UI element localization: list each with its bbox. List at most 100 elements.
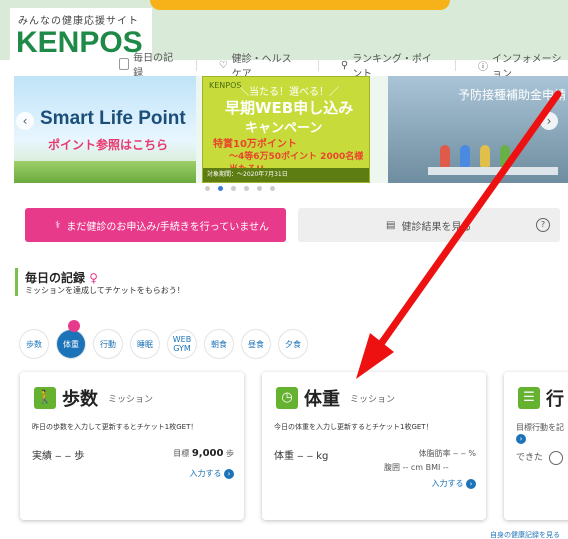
header-decoration — [150, 0, 450, 10]
page: みんなの健康応援サイト KENPOS 毎日の記録 ♡ 健診・ヘルスケア ⚲ ラン… — [0, 0, 568, 539]
nav-divider — [455, 59, 456, 71]
tab-sleep[interactable]: 睡眠 — [131, 330, 159, 358]
tab-lunch[interactable]: 昼食 — [242, 330, 270, 358]
daily-record-title-text: 毎日の記録 — [25, 271, 86, 285]
section-accent-bar — [15, 268, 18, 296]
info-icon: ⓘ — [477, 61, 488, 73]
banner-vaccination-subsidy[interactable]: 予防接種補助金申請 — [388, 76, 568, 183]
input-link-label: 入力する — [431, 479, 464, 488]
banner-brand: KENPOS — [209, 81, 242, 90]
waist-bmi-value: 腹囲 -- cm BMI -- — [384, 463, 449, 472]
banner-period: 対象期間：～2020年7月31日 — [203, 168, 369, 182]
tab-breakfast[interactable]: 朝食 — [205, 330, 233, 358]
card-mission-label: ミッション — [350, 394, 396, 405]
banner-grass — [14, 161, 196, 183]
card-title: 行 — [546, 389, 564, 410]
figure-illustration — [460, 145, 470, 167]
carousel-dot[interactable] — [244, 186, 249, 191]
checkup-results-label: 健診結果を見る — [401, 221, 472, 233]
checkup-apply-button[interactable]: ⚕ まだ健診のお申込み/手続きを行っていません — [25, 208, 286, 242]
daily-record-title: 毎日の記録 ♀ — [25, 269, 98, 286]
nav-label: 毎日の記録 — [133, 53, 174, 79]
stethoscope-icon: ♡ — [218, 59, 228, 71]
banner-carousel[interactable]: Smart Life Point ポイント参照はこちら KENPOS ＼当たる！… — [14, 76, 568, 183]
goal-unit: 歩 — [226, 449, 234, 458]
tab-steps[interactable]: 歩数 — [20, 330, 48, 358]
checkup-results-button[interactable]: ▤ 健診結果を見る ? — [298, 208, 560, 242]
daily-record-subtitle: ミッションを達成してチケットをもらおう！ — [25, 286, 185, 295]
stethoscope-icon: ⚕ — [55, 219, 61, 231]
goal-prefix: 目標 — [173, 449, 190, 458]
logo-tagline: みんなの健康応援サイト — [18, 16, 139, 27]
mission-cards: 🚶 歩数 ミッション 昨日の歩数を入力して更新するとチケット1枚GET！ 実績 … — [20, 372, 568, 520]
done-option[interactable]: できた — [516, 450, 563, 465]
tab-dinner[interactable]: 夕食 — [279, 330, 307, 358]
carousel-dot-active[interactable] — [218, 186, 223, 191]
carousel-dot[interactable] — [205, 186, 210, 191]
checkup-apply-label: まだ健診のお申込み/手続きを行っていません — [66, 221, 269, 233]
banner-kicker: ＼当たる！選べる！／ — [239, 87, 339, 98]
steps-mission-card[interactable]: 🚶 歩数 ミッション 昨日の歩数を入力して更新するとチケット1枚GET！ 実績 … — [20, 372, 244, 520]
carousel-next-button[interactable]: › — [540, 112, 558, 130]
goal-value: 9,000 — [191, 448, 224, 459]
banner-subtitle: ポイント参照はこちら — [48, 138, 169, 152]
steps-value: 実績 ‒ ‒ 歩 — [32, 451, 85, 462]
nav-divider — [317, 59, 319, 71]
figure-illustration — [440, 145, 450, 167]
edit-icon — [119, 58, 130, 70]
tab-weight[interactable]: 体重 — [57, 320, 85, 358]
banner-smart-life-point[interactable]: Smart Life Point ポイント参照はこちら — [14, 76, 196, 183]
card-description: 今日の体重を入力し更新するとチケット1枚GET！ — [274, 423, 433, 431]
steps-input-link[interactable]: 入力する › — [189, 468, 234, 479]
figure-illustration — [480, 145, 490, 167]
banner-title: Smart Life Point — [40, 108, 186, 129]
tab-web-gym[interactable]: WEB GYM — [168, 330, 196, 358]
ribbon-icon: ♀ — [89, 271, 98, 285]
behavior-mission-card[interactable]: ☰ 行 目標行動を記 › できた — [504, 372, 568, 520]
card-header: ◷ 体重 ミッション — [276, 385, 395, 411]
carousel-dot[interactable] — [257, 186, 262, 191]
done-label: できた — [516, 453, 544, 463]
banner-headline-2: キャンペーン — [245, 121, 323, 136]
tab-behavior[interactable]: 行動 — [94, 330, 122, 358]
chevron-down-icon: › — [516, 434, 526, 444]
steps-goal: 目標 9,000 歩 — [173, 448, 234, 459]
carousel-dot[interactable] — [231, 186, 236, 191]
input-link-label: 入力する — [189, 469, 222, 478]
document-icon: ▤ — [386, 219, 396, 231]
stopwatch-icon: ◷ — [276, 387, 298, 409]
card-header: ☰ 行 — [518, 385, 564, 411]
carousel-dot[interactable] — [270, 186, 275, 191]
checklist-icon: ☰ — [518, 387, 540, 409]
banner-prize: 特賞10万ポイント — [213, 139, 297, 150]
walking-icon: 🚶 — [34, 387, 56, 409]
done-radio[interactable] — [548, 450, 563, 465]
banner-headline: 早期WEB申し込み — [225, 99, 354, 117]
banner-early-web-campaign[interactable]: KENPOS ＼当たる！選べる！／ 早期WEB申し込み キャンペーン 特賞10万… — [202, 76, 370, 183]
weight-mission-card[interactable]: ◷ 体重 ミッション 今日の体重を入力し更新するとチケット1枚GET！ 体重 ‒… — [262, 372, 486, 520]
expand-chevron[interactable]: › — [516, 434, 526, 444]
card-mission-label: ミッション — [108, 394, 154, 405]
tab-label: 体重 — [63, 339, 79, 349]
nav-divider — [195, 59, 197, 71]
body-fat-value: 体脂肪率 ‒ ‒ % — [418, 449, 476, 458]
weight-value: 体重 ‒ ‒ kg — [274, 451, 329, 462]
carousel-prev-button[interactable]: ‹ — [16, 112, 34, 130]
card-header: 🚶 歩数 ミッション — [34, 385, 153, 411]
main-nav: 毎日の記録 ♡ 健診・ヘルスケア ⚲ ランキング・ポイント ⓘ インフォメーショ… — [115, 53, 568, 83]
health-record-link[interactable]: 自身の健康記録を見る — [490, 530, 560, 539]
banner-bench — [428, 167, 558, 175]
card-title: 体重 — [304, 389, 340, 410]
carousel-pagination — [205, 186, 275, 191]
record-tabs: 歩数 体重 行動 睡眠 WEB GYM 朝食 昼食 夕食 — [20, 320, 307, 358]
figure-illustration — [500, 145, 510, 167]
card-title: 歩数 — [62, 389, 98, 410]
runner-icon: ⚲ — [340, 59, 349, 71]
chevron-right-icon: › — [466, 479, 476, 489]
weight-input-link[interactable]: 入力する › — [431, 478, 476, 489]
tab-badge — [68, 320, 80, 332]
card-description: 目標行動を記 — [516, 423, 564, 432]
chevron-right-icon: › — [224, 469, 234, 479]
help-icon[interactable]: ? — [536, 218, 550, 232]
card-description: 昨日の歩数を入力して更新するとチケット1枚GET！ — [32, 423, 198, 431]
